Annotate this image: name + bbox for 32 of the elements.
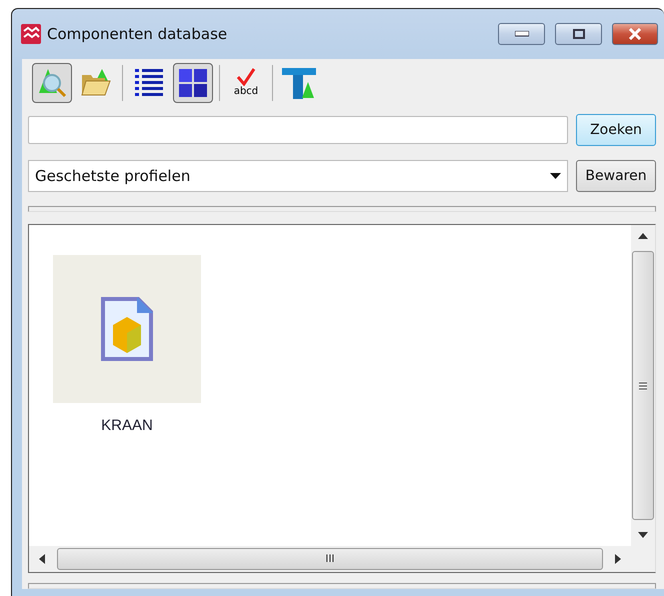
app-logo-icon: [21, 24, 41, 44]
dropdown-value: Geschetste profielen: [35, 167, 190, 186]
window-title: Componenten database: [47, 25, 228, 43]
vertical-scroll-thumb[interactable]: [632, 251, 654, 520]
beam-profile-icon: [281, 66, 317, 100]
search-field[interactable]: [28, 116, 568, 144]
minimize-icon: [514, 31, 528, 37]
category-dropdown[interactable]: Geschetste profielen: [28, 160, 568, 192]
minimize-button[interactable]: [498, 23, 545, 45]
spell-check-label: abcd: [234, 86, 258, 98]
close-button[interactable]: [612, 23, 658, 45]
toolbar-button[interactable]: abcd: [226, 62, 266, 103]
list-view-icon: [134, 68, 164, 98]
toolbar-button[interactable]: [173, 62, 213, 103]
close-icon: [628, 28, 642, 40]
scroll-left-arrow[interactable]: [39, 554, 45, 564]
maximize-button[interactable]: [555, 23, 602, 45]
component-label: KRAAN: [101, 417, 153, 434]
maximize-icon: [572, 29, 584, 39]
tiles-view-icon: [178, 68, 208, 98]
horizontal-scroll-thumb[interactable]: III: [57, 548, 603, 570]
magnifier-icon: [36, 66, 68, 99]
scroll-grip: III: [325, 553, 335, 566]
toolbar-button[interactable]: [32, 62, 72, 103]
scroll-up-arrow[interactable]: [638, 233, 648, 240]
save-button[interactable]: Bewaren: [576, 160, 656, 192]
scroll-down-arrow[interactable]: [638, 532, 648, 538]
scroll-right-arrow[interactable]: [615, 554, 621, 564]
search-button[interactable]: Zoeken: [576, 114, 656, 146]
component-thumbnail[interactable]: [53, 255, 201, 404]
checkmark-icon: [236, 68, 256, 86]
dropdown-arrow-icon: [550, 173, 561, 180]
